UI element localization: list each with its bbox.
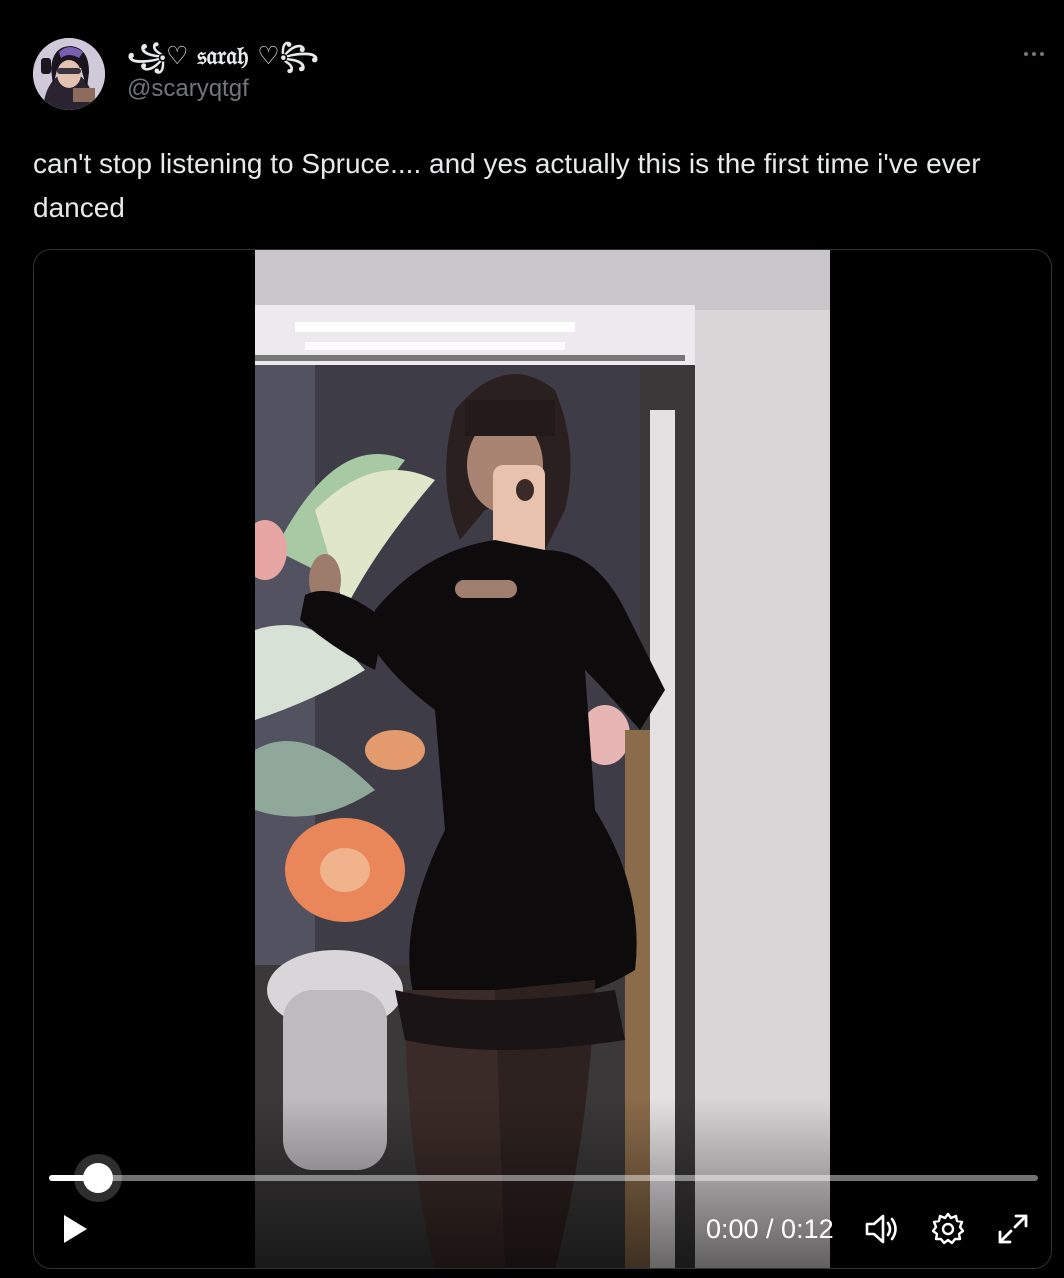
more-horizontal-icon <box>1024 52 1028 56</box>
volume-button[interactable] <box>864 1211 900 1247</box>
gear-icon <box>931 1212 965 1245</box>
video-player[interactable]: 0:00 / 0:12 <box>33 249 1052 1269</box>
play-button[interactable] <box>58 1212 92 1246</box>
more-horizontal-icon-dot <box>1040 52 1044 56</box>
more-options-button[interactable] <box>1018 44 1050 64</box>
display-name[interactable]: ꧁♡ 𝔰𝔞𝔯𝔞𝔥 ♡꧂ <box>127 40 319 72</box>
video-progress-handle[interactable] <box>83 1163 113 1193</box>
more-horizontal-icon-dot <box>1032 52 1036 56</box>
settings-button[interactable] <box>930 1211 966 1247</box>
volume-icon <box>865 1214 897 1244</box>
fullscreen-icon <box>998 1214 1028 1244</box>
fullscreen-button[interactable] <box>995 1211 1031 1247</box>
user-handle[interactable]: @scaryqtgf <box>127 74 319 104</box>
play-icon <box>64 1215 87 1243</box>
video-progress-bar[interactable] <box>49 1163 1038 1193</box>
video-time: 0:00 / 0:12 <box>706 1214 834 1244</box>
tweet-text: can't stop listening to Spruce.... and y… <box>33 148 981 223</box>
avatar[interactable] <box>33 38 105 110</box>
tweet-card: ꧁♡ 𝔰𝔞𝔯𝔞𝔥 ♡꧂ @scaryqtgf can't stop listen… <box>0 0 1064 1278</box>
author-block: ꧁♡ 𝔰𝔞𝔯𝔞𝔥 ♡꧂ @scaryqtgf <box>127 40 319 104</box>
